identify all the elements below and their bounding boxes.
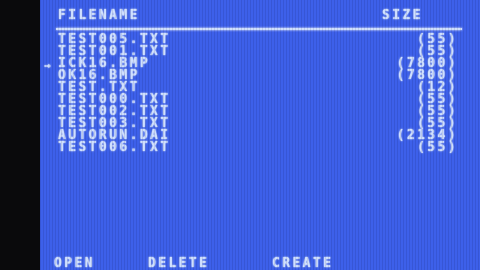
file-name: TEST006.TXT [58,140,171,155]
command-menu: OPEN DELETE CREATE [40,257,480,270]
header-divider [56,28,462,30]
file-row[interactable]: TEST006.TXT (55) [40,140,480,155]
create-button[interactable]: CREATE [272,257,333,270]
file-list: TEST005.TXT (55) TEST001.TXT (55) ICK16.… [40,33,480,155]
size-column-header: SIZE [382,8,423,23]
open-button[interactable]: OPEN [54,257,95,270]
filename-column-header: FILENAME [58,8,140,23]
file-browser-screen: FILENAME SIZE → TEST005.TXT (55) TEST001… [40,0,480,270]
delete-button[interactable]: DELETE [148,257,209,270]
file-size: (55) [417,140,458,155]
